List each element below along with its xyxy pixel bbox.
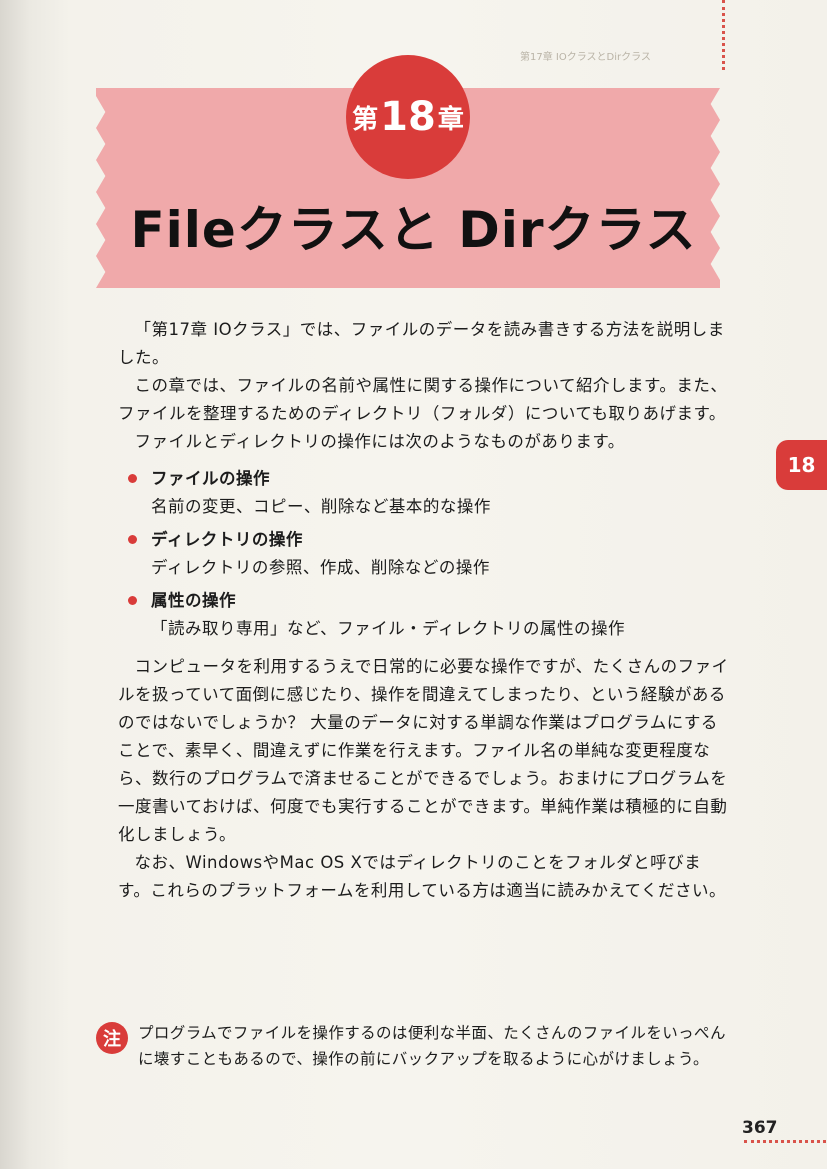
list-item: ファイルの操作 <box>128 464 730 493</box>
list-item-head: 属性の操作 <box>151 590 236 610</box>
list-item-desc: 「読み取り専用」など、ファイル・ディレクトリの属性の操作 <box>151 619 626 638</box>
note-text: プログラムでファイルを操作するのは便利な半面、たくさんのファイルをいっぺんに壊す… <box>138 1024 726 1068</box>
bullet-icon <box>128 596 137 605</box>
bullet-icon <box>128 535 137 544</box>
chapter-title: Fileクラスと Dirクラス <box>130 201 697 259</box>
list-item-head: ディレクトリの操作 <box>151 529 303 549</box>
bullet-icon <box>128 474 137 483</box>
paragraph-5: なお、WindowsやMac OS Xではディレクトリのことをフォルダと呼びます… <box>118 853 727 900</box>
body-text: 「第17章 IOクラス」では、ファイルのデータを読み書きする方法を説明しました。… <box>118 316 730 905</box>
paragraph-3: ファイルとディレクトリの操作には次のようなものがあります。 <box>134 432 625 451</box>
note-icon: 注 <box>96 1022 128 1054</box>
chapter-prefix: 第 <box>352 104 379 135</box>
list-item-desc: 名前の変更、コピー、削除など基本的な操作 <box>151 497 491 516</box>
chapter-number: 18 <box>380 94 436 140</box>
paragraph-1: 「第17章 IOクラス」では、ファイルのデータを読み書きする方法を説明しました。 <box>118 320 725 367</box>
page-number: 367 <box>742 1118 778 1138</box>
top-dotted-rule <box>722 0 727 70</box>
paragraph-2: この章では、ファイルの名前や属性に関する操作について紹介します。また、ファイルを… <box>118 376 728 423</box>
list-item: 属性の操作 <box>128 586 730 615</box>
chapter-badge: 第 18 章 <box>346 55 470 179</box>
list-item-head: ファイルの操作 <box>151 468 270 488</box>
note-box: 注 プログラムでファイルを操作するのは便利な半面、たくさんのファイルをいっぺんに… <box>96 1020 732 1072</box>
paragraph-4: コンピュータを利用するうえで日常的に必要な操作ですが、たくさんのファイルを扱って… <box>118 657 729 844</box>
chapter-side-tab: 18 <box>776 440 827 490</box>
book-page: 第17章 IOクラスとDirクラス 第 18 章 Fileクラスと Dirクラス… <box>0 0 827 1169</box>
operation-list: ファイルの操作 名前の変更、コピー、削除など基本的な操作 ディレクトリの操作 デ… <box>128 464 730 647</box>
chapter-suffix: 章 <box>437 104 464 135</box>
bottom-dotted-rule <box>744 1140 826 1143</box>
bleed-through-header: 第17章 IOクラスとDirクラス <box>520 52 651 63</box>
list-item: ディレクトリの操作 <box>128 525 730 554</box>
list-item-desc: ディレクトリの参照、作成、削除などの操作 <box>151 558 490 577</box>
